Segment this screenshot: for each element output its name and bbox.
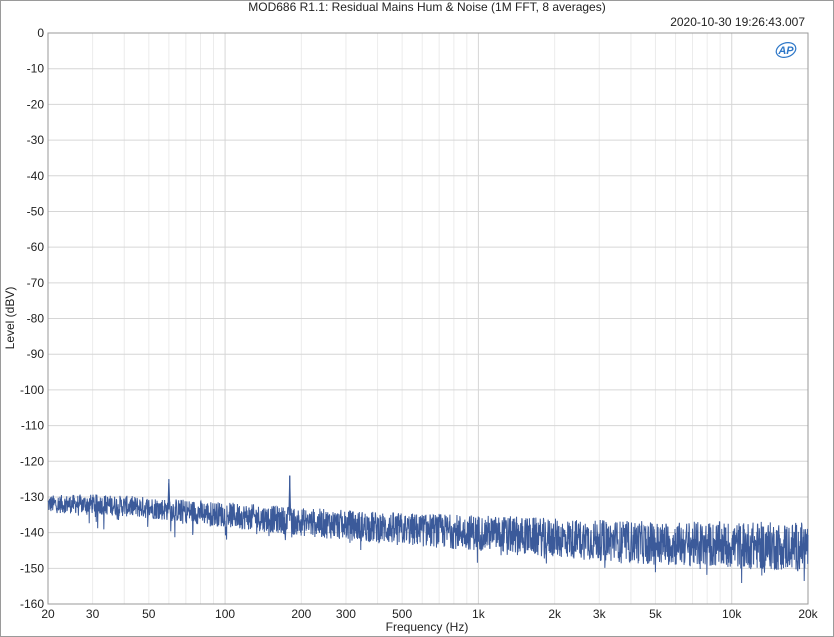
y-tick-label: 0	[37, 26, 44, 40]
trace-group	[47, 475, 809, 583]
x-tick-label: 20	[41, 607, 55, 621]
x-tick-label: 50	[142, 607, 156, 621]
y-tick-label: -120	[20, 454, 44, 468]
y-tick-label: -20	[27, 97, 45, 111]
y-tick-label: -30	[27, 133, 45, 147]
x-tick-label: 3k	[593, 607, 607, 621]
y-tick-label: -130	[20, 490, 44, 504]
y-tick-label: -60	[27, 240, 45, 254]
y-tick-label: -150	[20, 561, 44, 575]
y-tick-label: -40	[27, 169, 45, 183]
y-tick-label: -80	[27, 312, 45, 326]
ap-logo: AP	[775, 42, 797, 58]
y-tick-label: -90	[27, 347, 45, 361]
x-tick-label: 5k	[649, 607, 663, 621]
x-axis-label: Frequency (Hz)	[386, 620, 469, 634]
y-tick-label: -100	[20, 383, 44, 397]
chart-title: MOD686 R1.1: Residual Mains Hum & Noise …	[248, 0, 605, 14]
noise-trace	[47, 475, 809, 583]
y-tick-label: -10	[27, 62, 45, 76]
timestamp-label: 2020-10-30 19:26:43.007	[670, 15, 805, 29]
y-tick-label: -140	[20, 526, 44, 540]
y-tick-label: -110	[21, 419, 44, 433]
ap-logo-text: AP	[777, 45, 794, 57]
x-tick-label: 300	[336, 607, 356, 621]
y-tick-label: -70	[27, 276, 45, 290]
chart: MOD686 R1.1: Residual Mains Hum & Noise …	[3, 0, 819, 634]
y-tick-label: -50	[27, 204, 45, 218]
x-tick-label: 20k	[798, 607, 818, 621]
x-tick-label: 10k	[722, 607, 742, 621]
y-axis-ticks: 0 -10 -20 -30 -40 -50 -60 -70 -80 -90 -100 -110 -120…	[20, 26, 44, 611]
y-axis-label: Level (dBV)	[3, 287, 17, 350]
x-tick-label: 30	[86, 607, 100, 621]
x-tick-label: 500	[392, 607, 412, 621]
x-tick-label: 1k	[472, 607, 486, 621]
x-tick-label: 200	[291, 607, 311, 621]
x-tick-label: 2k	[548, 607, 562, 621]
x-axis-ticks: 20 30 50 100 200 300 500 1k 2k 3k 5k 10k 20k	[41, 607, 818, 621]
x-tick-label: 100	[215, 607, 235, 621]
